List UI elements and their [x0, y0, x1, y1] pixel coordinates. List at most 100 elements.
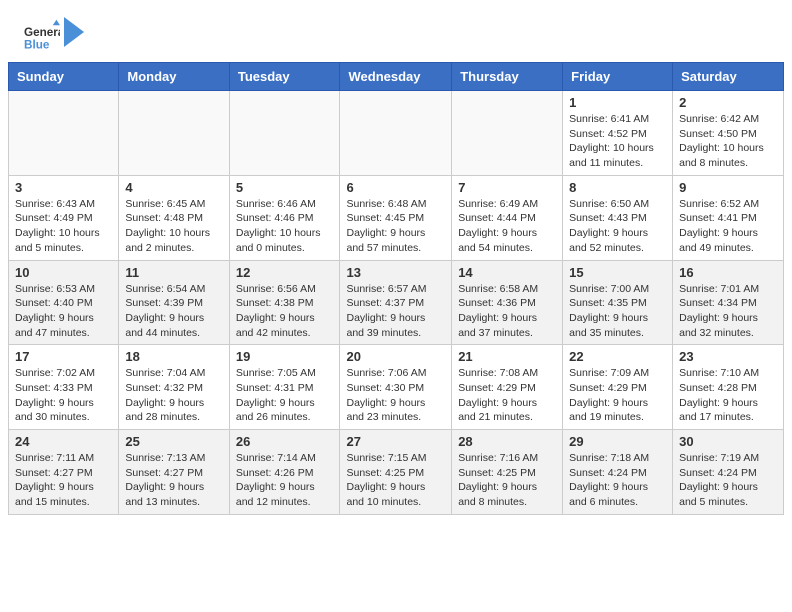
calendar-header-thursday: Thursday — [452, 63, 563, 91]
calendar-day-cell — [119, 91, 229, 176]
day-info: Sunrise: 6:42 AMSunset: 4:50 PMDaylight:… — [679, 112, 777, 171]
day-info: Sunrise: 7:04 AMSunset: 4:32 PMDaylight:… — [125, 366, 222, 425]
calendar-day-cell: 16 Sunrise: 7:01 AMSunset: 4:34 PMDayligh… — [673, 260, 784, 345]
day-number: 29 — [569, 434, 666, 449]
day-number: 26 — [236, 434, 334, 449]
calendar-header-monday: Monday — [119, 63, 229, 91]
day-number: 25 — [125, 434, 222, 449]
day-info: Sunrise: 6:57 AMSunset: 4:37 PMDaylight:… — [346, 282, 445, 341]
page-header: General Blue — [0, 0, 792, 62]
calendar-day-cell: 21Sunrise: 7:08 AMSunset: 4:29 PMDayligh… — [452, 345, 563, 430]
calendar-week-row: 1 Sunrise: 6:41 AMSunset: 4:52 PMDaylight… — [9, 91, 784, 176]
day-number: 4 — [125, 180, 222, 195]
calendar-day-cell: 5 Sunrise: 6:46 AMSunset: 4:46 PMDaylight… — [229, 175, 340, 260]
logo: General Blue — [24, 18, 84, 54]
calendar-day-cell: 14Sunrise: 6:58 AMSunset: 4:36 PMDayligh… — [452, 260, 563, 345]
day-info: Sunrise: 6:45 AMSunset: 4:48 PMDaylight:… — [125, 197, 222, 256]
calendar-day-cell: 17 Sunrise: 7:02 AMSunset: 4:33 PMDayligh… — [9, 345, 119, 430]
svg-text:Blue: Blue — [24, 39, 50, 52]
calendar-day-cell: 3Sunrise: 6:43 AMSunset: 4:49 PMDaylight… — [9, 175, 119, 260]
calendar-day-cell: 4 Sunrise: 6:45 AMSunset: 4:48 PMDaylight… — [119, 175, 229, 260]
day-info: Sunrise: 6:50 AMSunset: 4:43 PMDaylight:… — [569, 197, 666, 256]
day-info: Sunrise: 6:56 AMSunset: 4:38 PMDaylight:… — [236, 282, 334, 341]
calendar-day-cell: 10 Sunrise: 6:53 AMSunset: 4:40 PMDayligh… — [9, 260, 119, 345]
day-number: 19 — [236, 349, 334, 364]
calendar-day-cell: 15Sunrise: 7:00 AMSunset: 4:35 PMDayligh… — [563, 260, 673, 345]
day-info: Sunrise: 7:19 AMSunset: 4:24 PMDaylight:… — [679, 451, 777, 510]
day-info: Sunrise: 7:10 AMSunset: 4:28 PMDaylight:… — [679, 366, 777, 425]
day-info: Sunrise: 7:02 AMSunset: 4:33 PMDaylight:… — [15, 366, 112, 425]
calendar-day-cell: 6 Sunrise: 6:48 AMSunset: 4:45 PMDaylight… — [340, 175, 452, 260]
day-info: Sunrise: 7:11 AMSunset: 4:27 PMDaylight:… — [15, 451, 112, 510]
day-info: Sunrise: 7:16 AMSunset: 4:25 PMDaylight:… — [458, 451, 556, 510]
day-number: 1 — [569, 95, 666, 110]
day-info: Sunrise: 7:13 AMSunset: 4:27 PMDaylight:… — [125, 451, 222, 510]
day-number: 2 — [679, 95, 777, 110]
day-number: 21 — [458, 349, 556, 364]
calendar-header-friday: Friday — [563, 63, 673, 91]
day-info: Sunrise: 6:52 AMSunset: 4:41 PMDaylight:… — [679, 197, 777, 256]
calendar-week-row: 10 Sunrise: 6:53 AMSunset: 4:40 PMDayligh… — [9, 260, 784, 345]
day-number: 17 — [15, 349, 112, 364]
day-info: Sunrise: 6:53 AMSunset: 4:40 PMDaylight:… — [15, 282, 112, 341]
day-number: 5 — [236, 180, 334, 195]
calendar-day-cell: 8 Sunrise: 6:50 AMSunset: 4:43 PMDaylight… — [563, 175, 673, 260]
calendar-day-cell — [229, 91, 340, 176]
day-number: 30 — [679, 434, 777, 449]
calendar-day-cell: 22Sunrise: 7:09 AMSunset: 4:29 PMDayligh… — [563, 345, 673, 430]
day-number: 13 — [346, 265, 445, 280]
calendar-day-cell: 30 Sunrise: 7:19 AMSunset: 4:24 PMDayligh… — [673, 430, 784, 515]
day-number: 23 — [679, 349, 777, 364]
calendar-day-cell: 2 Sunrise: 6:42 AMSunset: 4:50 PMDaylight… — [673, 91, 784, 176]
calendar-day-cell: 24 Sunrise: 7:11 AMSunset: 4:27 PMDayligh… — [9, 430, 119, 515]
day-info: Sunrise: 6:41 AMSunset: 4:52 PMDaylight:… — [569, 112, 666, 171]
day-info: Sunrise: 6:46 AMSunset: 4:46 PMDaylight:… — [236, 197, 334, 256]
day-info: Sunrise: 7:00 AMSunset: 4:35 PMDaylight:… — [569, 282, 666, 341]
day-number: 12 — [236, 265, 334, 280]
day-info: Sunrise: 7:01 AMSunset: 4:34 PMDaylight:… — [679, 282, 777, 341]
calendar-day-cell: 13 Sunrise: 6:57 AMSunset: 4:37 PMDayligh… — [340, 260, 452, 345]
calendar-header-tuesday: Tuesday — [229, 63, 340, 91]
calendar-day-cell: 19 Sunrise: 7:05 AMSunset: 4:31 PMDayligh… — [229, 345, 340, 430]
day-number: 3 — [15, 180, 112, 195]
calendar-day-cell: 25 Sunrise: 7:13 AMSunset: 4:27 PMDayligh… — [119, 430, 229, 515]
day-info: Sunrise: 7:15 AMSunset: 4:25 PMDaylight:… — [346, 451, 445, 510]
day-info: Sunrise: 7:05 AMSunset: 4:31 PMDaylight:… — [236, 366, 334, 425]
day-number: 11 — [125, 265, 222, 280]
logo-arrow-icon — [64, 17, 84, 47]
day-info: Sunrise: 7:06 AMSunset: 4:30 PMDaylight:… — [346, 366, 445, 425]
calendar-week-row: 17 Sunrise: 7:02 AMSunset: 4:33 PMDayligh… — [9, 345, 784, 430]
day-number: 8 — [569, 180, 666, 195]
calendar-day-cell: 11Sunrise: 6:54 AMSunset: 4:39 PMDayligh… — [119, 260, 229, 345]
day-info: Sunrise: 7:14 AMSunset: 4:26 PMDaylight:… — [236, 451, 334, 510]
day-info: Sunrise: 7:18 AMSunset: 4:24 PMDaylight:… — [569, 451, 666, 510]
day-number: 7 — [458, 180, 556, 195]
day-number: 18 — [125, 349, 222, 364]
calendar-header-saturday: Saturday — [673, 63, 784, 91]
calendar-day-cell: 20 Sunrise: 7:06 AMSunset: 4:30 PMDayligh… — [340, 345, 452, 430]
calendar-header-sunday: Sunday — [9, 63, 119, 91]
calendar-day-cell: 28Sunrise: 7:16 AMSunset: 4:25 PMDayligh… — [452, 430, 563, 515]
day-number: 6 — [346, 180, 445, 195]
day-number: 10 — [15, 265, 112, 280]
calendar-day-cell: 26 Sunrise: 7:14 AMSunset: 4:26 PMDayligh… — [229, 430, 340, 515]
day-number: 20 — [346, 349, 445, 364]
calendar-day-cell: 7 Sunrise: 6:49 AMSunset: 4:44 PMDaylight… — [452, 175, 563, 260]
day-number: 9 — [679, 180, 777, 195]
logo-icon: General Blue — [24, 18, 60, 54]
calendar-wrapper: SundayMondayTuesdayWednesdayThursdayFrid… — [0, 62, 792, 523]
calendar-header-row: SundayMondayTuesdayWednesdayThursdayFrid… — [9, 63, 784, 91]
day-number: 14 — [458, 265, 556, 280]
calendar-header-wednesday: Wednesday — [340, 63, 452, 91]
day-number: 24 — [15, 434, 112, 449]
day-info: Sunrise: 7:09 AMSunset: 4:29 PMDaylight:… — [569, 366, 666, 425]
day-info: Sunrise: 6:49 AMSunset: 4:44 PMDaylight:… — [458, 197, 556, 256]
calendar-day-cell: 29 Sunrise: 7:18 AMSunset: 4:24 PMDayligh… — [563, 430, 673, 515]
day-info: Sunrise: 6:48 AMSunset: 4:45 PMDaylight:… — [346, 197, 445, 256]
calendar-table: SundayMondayTuesdayWednesdayThursdayFrid… — [8, 62, 784, 515]
calendar-day-cell: 27Sunrise: 7:15 AMSunset: 4:25 PMDayligh… — [340, 430, 452, 515]
calendar-day-cell: 18 Sunrise: 7:04 AMSunset: 4:32 PMDayligh… — [119, 345, 229, 430]
calendar-day-cell: 12 Sunrise: 6:56 AMSunset: 4:38 PMDayligh… — [229, 260, 340, 345]
calendar-day-cell — [9, 91, 119, 176]
day-number: 16 — [679, 265, 777, 280]
